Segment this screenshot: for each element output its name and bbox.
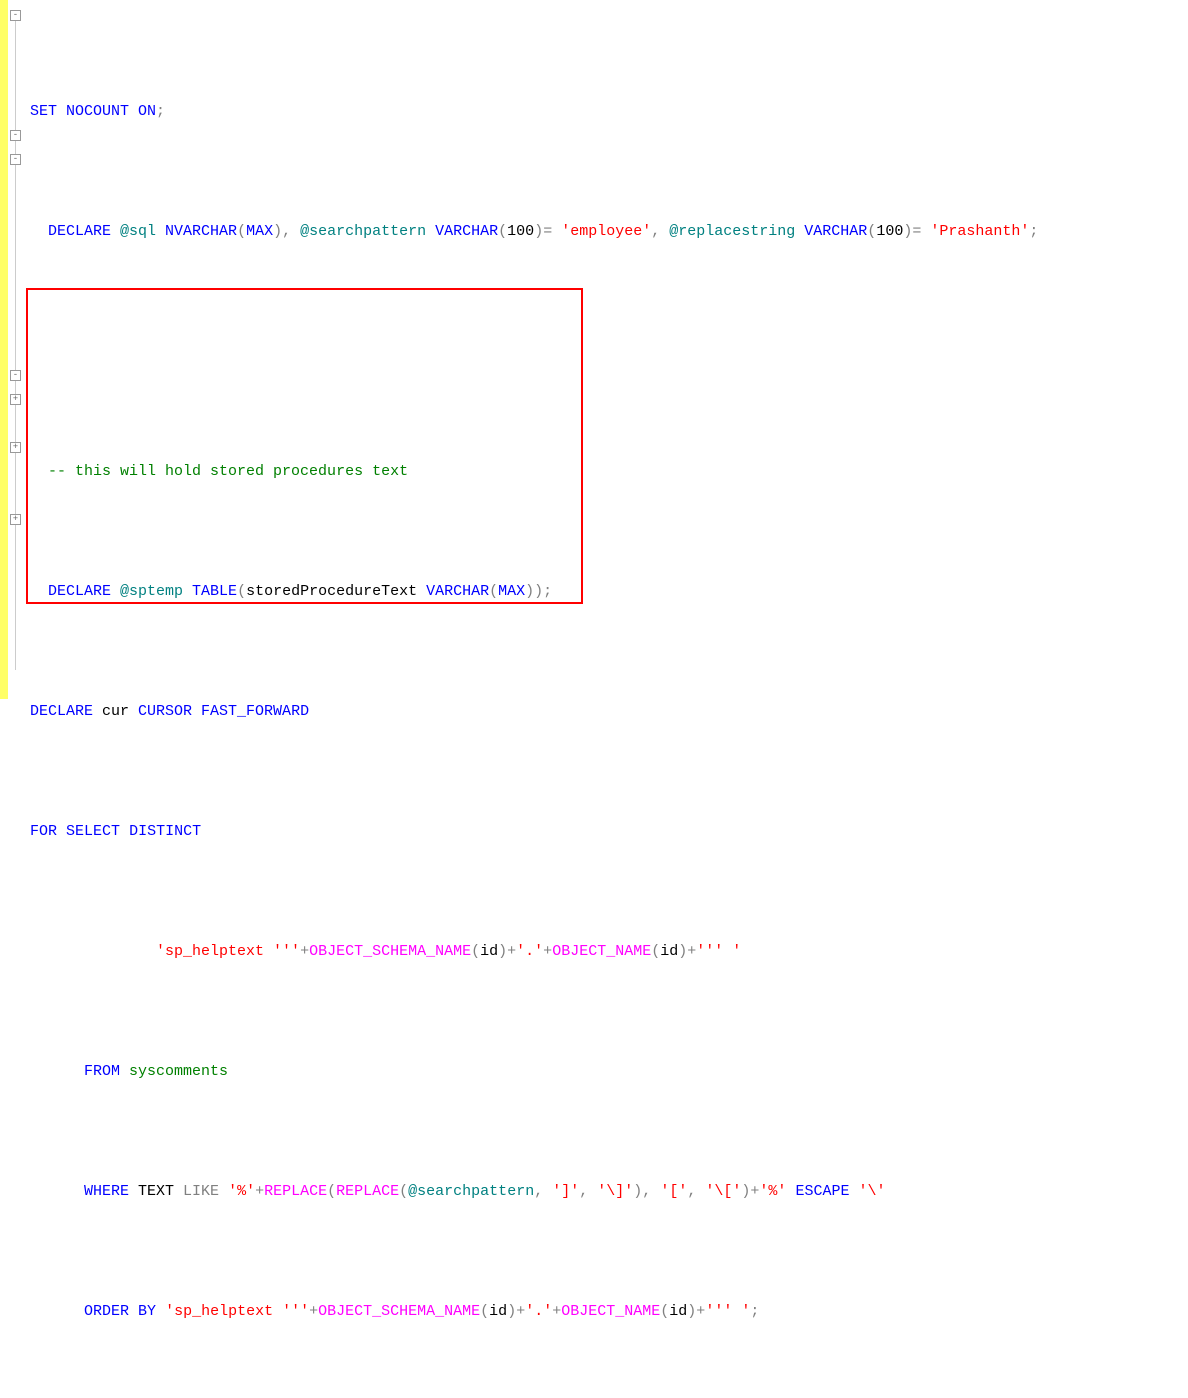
code-text-area[interactable]: SET NOCOUNT ON; DECLARE @sql NVARCHAR(MA… xyxy=(26,0,1188,699)
fold-collapse-icon[interactable]: - xyxy=(10,10,21,21)
code-line: FROM syscomments xyxy=(30,1060,1180,1084)
code-editor[interactable]: - - - - + + + SET NOCOUNT ON; DECLARE @sql NVA… xyxy=(0,0,1188,699)
code-line: DECLARE @sql NVARCHAR(MAX), @searchpatte… xyxy=(30,220,1180,244)
fold-expand-icon[interactable]: + xyxy=(10,514,21,525)
fold-collapse-icon[interactable]: - xyxy=(10,154,21,165)
fold-collapse-icon[interactable]: - xyxy=(10,370,21,381)
fold-collapse-icon[interactable]: - xyxy=(10,130,21,141)
code-line: SET NOCOUNT ON; xyxy=(30,100,1180,124)
fold-guide xyxy=(15,10,16,670)
code-line: WHERE TEXT LIKE '%'+REPLACE(REPLACE(@sea… xyxy=(30,1180,1180,1204)
code-line: -- this will hold stored procedures text xyxy=(30,460,1180,484)
code-line xyxy=(30,340,1180,364)
fold-expand-icon[interactable]: + xyxy=(10,442,21,453)
code-line: DECLARE @sptemp TABLE(storedProcedureTex… xyxy=(30,580,1180,604)
code-line: FOR SELECT DISTINCT xyxy=(30,820,1180,844)
fold-gutter[interactable]: - - - - + + + xyxy=(8,0,26,699)
code-line: DECLARE cur CURSOR FAST_FORWARD xyxy=(30,700,1180,724)
code-line: ORDER BY 'sp_helptext '''+OBJECT_SCHEMA_… xyxy=(30,1300,1180,1324)
code-line: 'sp_helptext '''+OBJECT_SCHEMA_NAME(id)+… xyxy=(30,940,1180,964)
fold-expand-icon[interactable]: + xyxy=(10,394,21,405)
modification-indicator xyxy=(0,0,8,699)
